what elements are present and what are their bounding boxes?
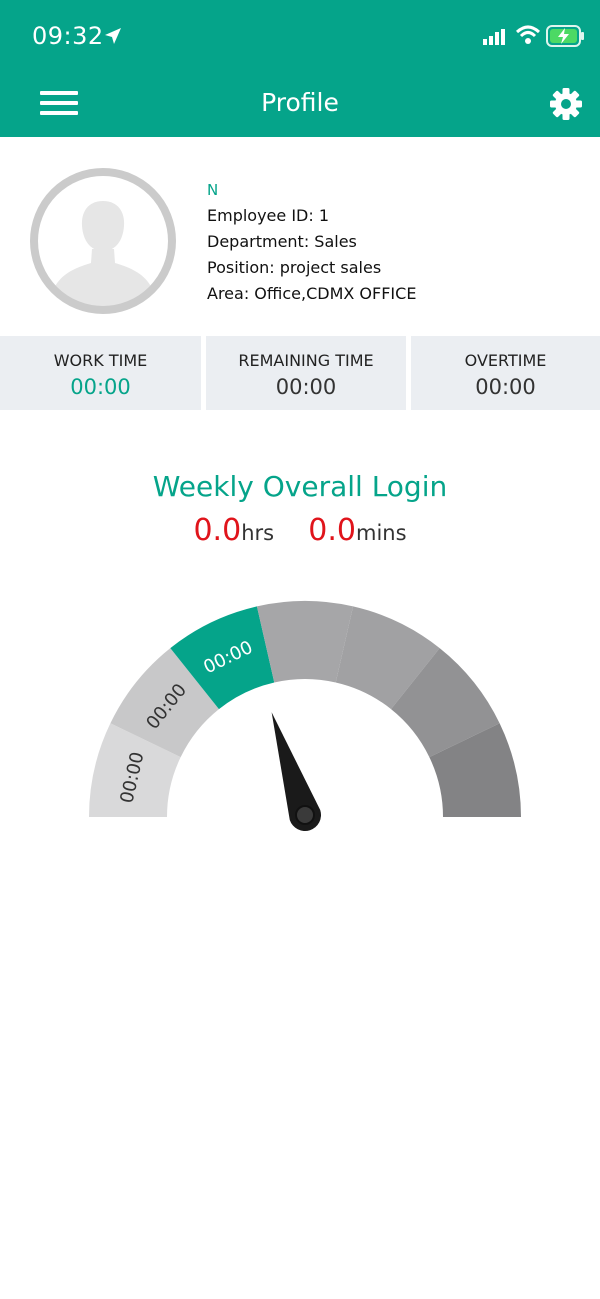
app-header: 09:32 Profile: [0, 0, 600, 137]
gear-icon[interactable]: [548, 86, 584, 122]
stat-value: 00:00: [475, 375, 536, 399]
weekly-hours: 0.0: [193, 513, 242, 548]
stat-label: OVERTIME: [464, 351, 547, 370]
employee-name: N: [207, 181, 219, 199]
stat-remaining-time: REMAINING TIME 00:00: [206, 336, 406, 410]
weekly-summary: 0.0hrs 0.0mins: [0, 513, 600, 548]
stat-value: 00:00: [70, 375, 131, 399]
wifi-icon: [515, 25, 541, 44]
gauge-needle-hub: [295, 805, 315, 825]
stat-value: 00:00: [275, 375, 337, 399]
stat-label: REMAINING TIME: [238, 351, 374, 370]
stat-work-time: WORK TIME 00:00: [0, 336, 201, 410]
weekly-login-gauge: 00:0000:0000:00: [89, 601, 521, 832]
battery-charging-icon: [546, 25, 584, 47]
profile-info: N Employee ID: 1 Department: Sales Posit…: [207, 181, 416, 311]
employee-area: Area: Office,CDMX OFFICE: [207, 284, 417, 303]
avatar[interactable]: [29, 167, 177, 315]
time-stats: WORK TIME 00:00 REMAINING TIME 00:00 OVE…: [0, 336, 600, 410]
status-time: 09:32: [32, 22, 104, 50]
weekly-minutes: 0.0: [308, 513, 356, 548]
employee-id: Employee ID: 1: [207, 206, 330, 225]
page-title: Profile: [261, 88, 339, 117]
employee-position: Position: project sales: [207, 258, 382, 277]
location-arrow-icon: [105, 28, 121, 44]
stat-label: WORK TIME: [53, 351, 148, 370]
signal-icon: [483, 29, 505, 45]
weekly-title: Weekly Overall Login: [152, 470, 448, 503]
weekly-minutes-unit: mins: [355, 521, 407, 545]
weekly-hours-unit: hrs: [241, 521, 275, 545]
employee-department: Department: Sales: [207, 232, 357, 251]
stat-overtime: OVERTIME 00:00: [411, 336, 600, 410]
